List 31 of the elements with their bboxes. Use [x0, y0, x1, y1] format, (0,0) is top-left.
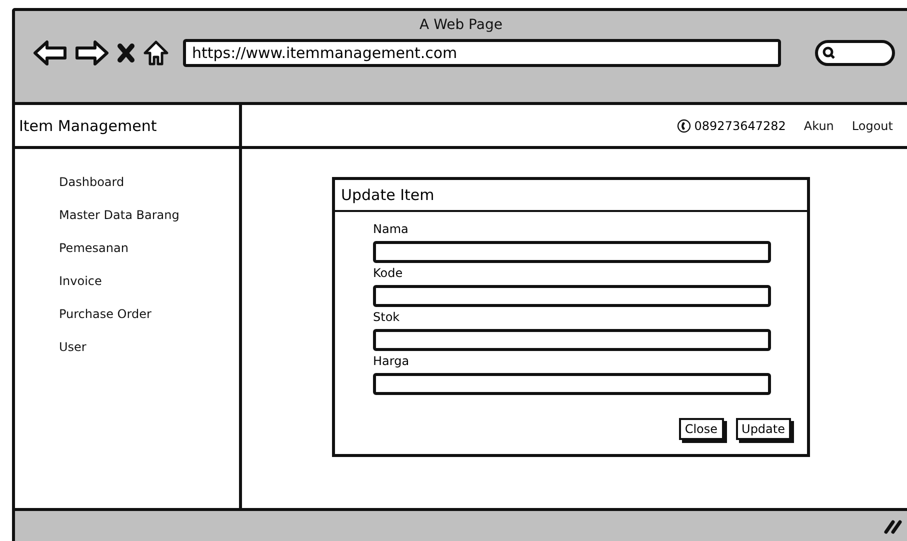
sidebar-item[interactable]: Pemesanan: [59, 241, 239, 255]
forward-arrow-icon[interactable]: [75, 40, 109, 66]
field-label: Kode: [373, 266, 404, 280]
phone-number: 089273647282: [694, 118, 786, 132]
resize-grip-icon[interactable]: [883, 518, 903, 534]
window-title: A Web Page: [420, 17, 502, 33]
field-label: Harga: [373, 354, 410, 368]
sidebar-item[interactable]: Dashboard: [59, 175, 239, 189]
sidebar-item[interactable]: User: [59, 340, 239, 354]
phone-icon: [677, 118, 692, 132]
address-bar[interactable]: https://www.itemmanagement.com: [183, 39, 781, 67]
dialog-button[interactable]: Close: [678, 418, 724, 440]
input-field[interactable]: [373, 329, 771, 351]
header-link[interactable]: Akun: [804, 118, 834, 132]
dialog-title: Update Item: [341, 186, 434, 204]
field-label: Nama: [373, 222, 410, 236]
app-title: Item Management: [19, 116, 157, 134]
search-field[interactable]: [815, 40, 895, 66]
input-field[interactable]: [373, 285, 771, 307]
input-field[interactable]: [373, 241, 771, 263]
dialog-button[interactable]: Update: [736, 418, 791, 440]
input-field[interactable]: [373, 373, 771, 395]
header-link[interactable]: Logout: [852, 118, 893, 132]
close-icon[interactable]: [117, 43, 135, 63]
back-arrow-icon[interactable]: [33, 40, 67, 66]
home-icon[interactable]: [143, 40, 169, 66]
sidebar-item[interactable]: Master Data Barang: [59, 208, 239, 222]
search-icon: [822, 46, 836, 60]
sidebar-item[interactable]: Purchase Order: [59, 307, 239, 321]
field-label: Stok: [373, 310, 401, 324]
sidebar-item[interactable]: Invoice: [59, 274, 239, 288]
